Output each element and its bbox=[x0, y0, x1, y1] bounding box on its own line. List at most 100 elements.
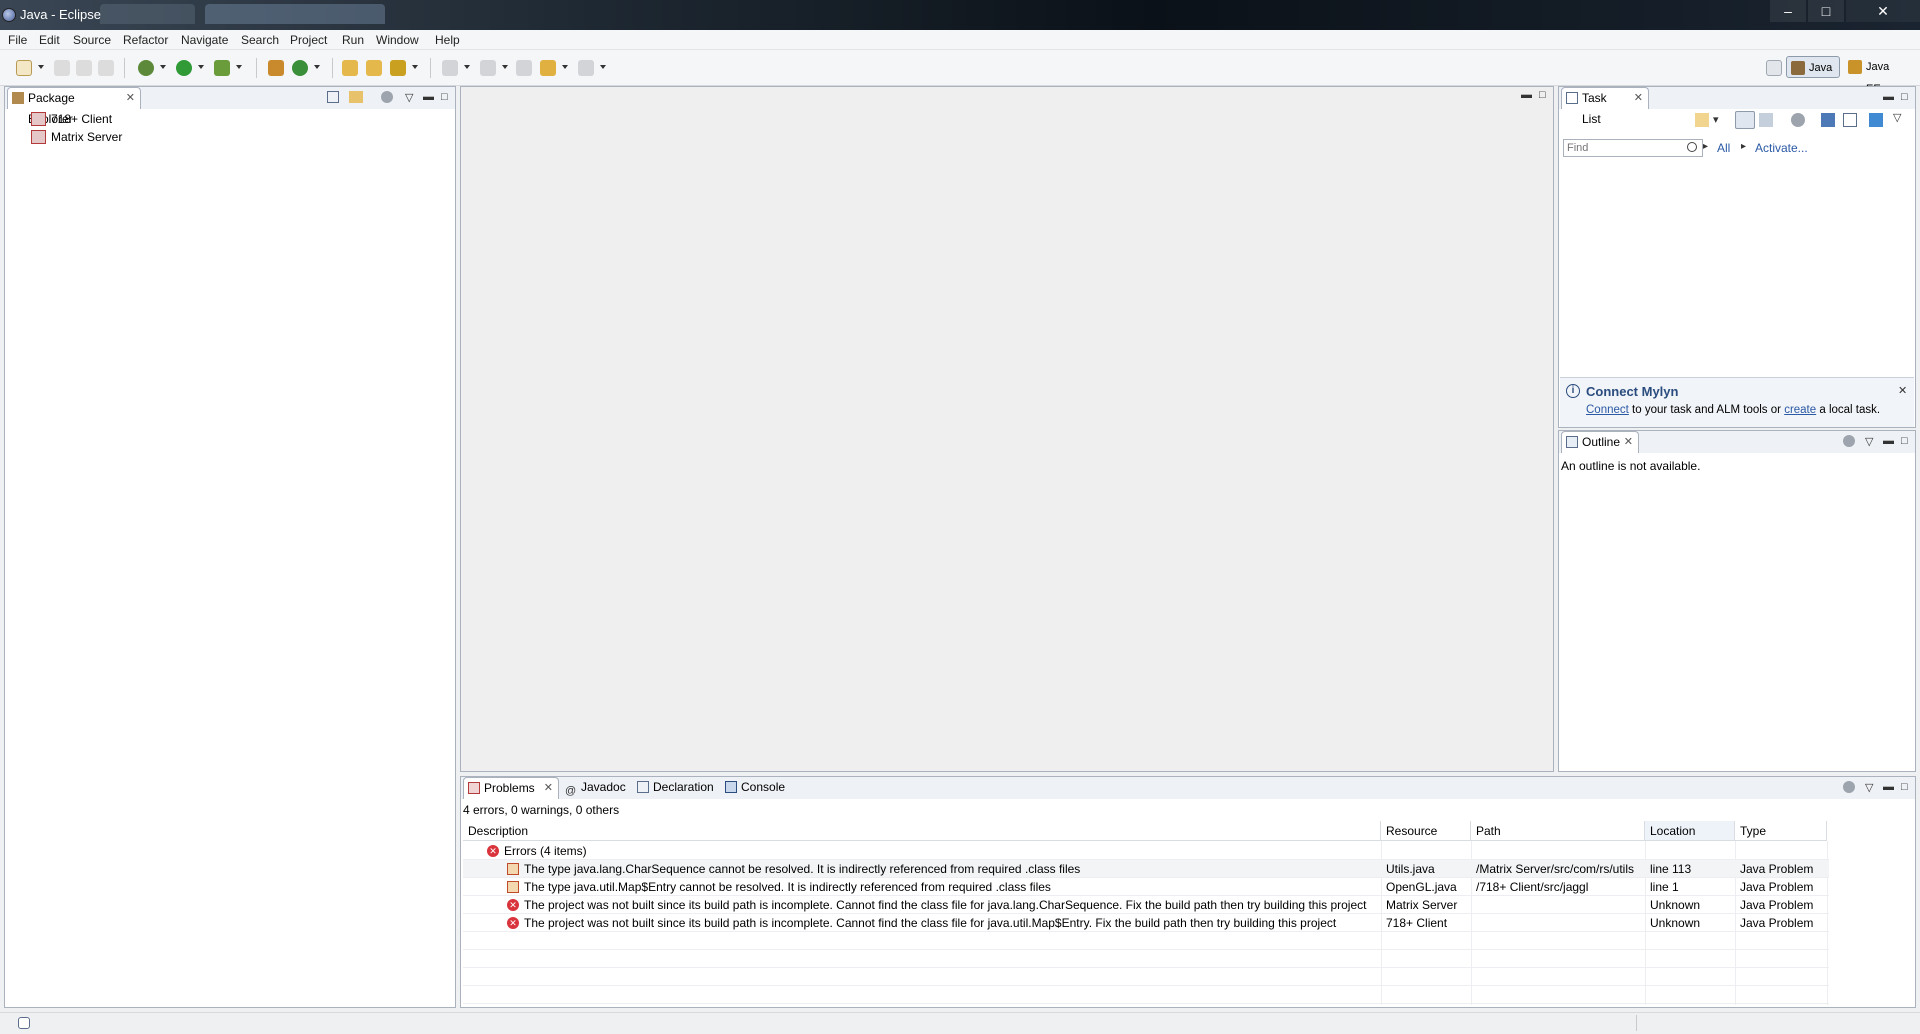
focus-icon[interactable] bbox=[1843, 781, 1855, 793]
minimize-button[interactable]: – bbox=[1770, 0, 1806, 22]
search-icon[interactable] bbox=[1687, 142, 1697, 152]
maximize-view-icon[interactable]: □ bbox=[1539, 89, 1546, 101]
chevron-down-icon[interactable] bbox=[600, 65, 606, 69]
table-row[interactable]: ✕ The project was not built since its bu… bbox=[463, 896, 1829, 914]
maximize-button[interactable]: □ bbox=[1808, 0, 1844, 22]
create-link[interactable]: create bbox=[1784, 404, 1816, 416]
search-icon[interactable] bbox=[390, 60, 406, 76]
chevron-down-icon[interactable] bbox=[502, 65, 508, 69]
collapse-all-icon[interactable] bbox=[327, 91, 339, 103]
close-icon[interactable]: ✕ bbox=[1634, 88, 1643, 109]
close-button[interactable]: ✕ bbox=[1846, 0, 1920, 22]
link-with-editor-icon[interactable] bbox=[349, 91, 363, 103]
categorized-icon[interactable] bbox=[1735, 111, 1755, 129]
close-icon[interactable]: ✕ bbox=[1624, 432, 1633, 453]
column-header-resource[interactable]: Resource bbox=[1381, 821, 1471, 841]
task-find-input[interactable] bbox=[1563, 139, 1703, 157]
back-icon[interactable] bbox=[540, 60, 556, 76]
debug-icon[interactable] bbox=[138, 60, 154, 76]
connect-link[interactable]: Connect bbox=[1586, 404, 1629, 416]
filter-all-link[interactable]: All bbox=[1717, 141, 1730, 155]
collapse-all-icon[interactable] bbox=[1843, 113, 1857, 127]
tab-task-list[interactable]: Task List ✕ bbox=[1561, 87, 1649, 126]
open-type-icon[interactable] bbox=[342, 60, 358, 76]
save-icon[interactable] bbox=[54, 60, 70, 76]
view-menu-icon[interactable]: ▽ bbox=[1865, 781, 1873, 794]
tree-project-matrix-server[interactable]: Matrix Server bbox=[5, 128, 122, 146]
open-perspective-icon[interactable] bbox=[1766, 60, 1782, 76]
minimize-view-icon[interactable]: ▬ bbox=[1883, 91, 1894, 103]
activate-link[interactable]: Activate... bbox=[1755, 141, 1808, 155]
chevron-down-icon[interactable]: ▾ bbox=[1713, 113, 1719, 126]
hide-completed-icon[interactable] bbox=[1821, 113, 1835, 127]
menu-project[interactable]: Project bbox=[290, 33, 327, 47]
last-edit-location-icon[interactable] bbox=[516, 60, 532, 76]
chevron-down-icon[interactable] bbox=[198, 65, 204, 69]
menu-file[interactable]: File bbox=[8, 33, 27, 47]
tab-console[interactable]: Console bbox=[721, 777, 787, 799]
perspective-javaee-button[interactable]: Java EE bbox=[1844, 56, 1904, 95]
tab-javadoc[interactable]: @ Javadoc bbox=[561, 777, 631, 799]
view-menu-icon[interactable]: ▽ bbox=[1893, 111, 1901, 124]
chevron-down-icon[interactable] bbox=[412, 65, 418, 69]
column-header-type[interactable]: Type bbox=[1735, 821, 1827, 841]
synchronize-icon[interactable] bbox=[1869, 113, 1883, 127]
view-menu-focus-icon[interactable] bbox=[381, 91, 393, 103]
menu-navigate[interactable]: Navigate bbox=[181, 33, 228, 47]
view-menu-icon[interactable]: ▽ bbox=[1865, 435, 1873, 448]
close-icon[interactable]: ✕ bbox=[126, 88, 135, 109]
focus-icon[interactable] bbox=[1791, 113, 1805, 127]
previous-annotation-icon[interactable] bbox=[480, 60, 496, 76]
table-row[interactable]: The type java.util.Map$Entry cannot be r… bbox=[463, 878, 1829, 896]
forward-icon[interactable] bbox=[578, 60, 594, 76]
column-header-location[interactable]: Location bbox=[1645, 821, 1735, 841]
maximize-view-icon[interactable]: □ bbox=[441, 91, 448, 103]
chevron-down-icon[interactable] bbox=[160, 65, 166, 69]
new-icon[interactable] bbox=[16, 60, 32, 76]
chevron-down-icon[interactable] bbox=[314, 65, 320, 69]
view-menu-icon[interactable]: ▽ bbox=[405, 91, 413, 104]
minimize-view-icon[interactable]: ▬ bbox=[1883, 435, 1894, 447]
tab-declaration[interactable]: Declaration bbox=[633, 777, 719, 799]
menu-run[interactable]: Run bbox=[342, 33, 364, 47]
tab-problems[interactable]: Problems ✕ bbox=[463, 777, 559, 799]
external-tools-icon[interactable] bbox=[214, 60, 230, 76]
minimize-view-icon[interactable]: ▬ bbox=[1883, 781, 1894, 793]
minimize-view-icon[interactable]: ▬ bbox=[1521, 89, 1532, 101]
maximize-view-icon[interactable]: □ bbox=[1901, 781, 1908, 793]
tab-package-explorer[interactable]: Package Explorer ✕ bbox=[7, 87, 141, 126]
problems-group-errors[interactable]: ✕ Errors (4 items) bbox=[463, 842, 1829, 860]
chevron-down-icon[interactable] bbox=[464, 65, 470, 69]
menu-refactor[interactable]: Refactor bbox=[123, 33, 168, 47]
scheduled-icon[interactable] bbox=[1759, 113, 1773, 127]
focus-icon[interactable] bbox=[1843, 435, 1855, 447]
table-row[interactable]: The type java.lang.CharSequence cannot b… bbox=[463, 860, 1829, 878]
chevron-down-icon[interactable] bbox=[236, 65, 242, 69]
close-icon[interactable]: ✕ bbox=[544, 778, 553, 799]
close-icon[interactable]: ✕ bbox=[1898, 384, 1907, 397]
open-task-icon[interactable] bbox=[366, 60, 382, 76]
menu-window[interactable]: Window bbox=[376, 33, 419, 47]
next-annotation-icon[interactable] bbox=[442, 60, 458, 76]
minimize-view-icon[interactable]: ▬ bbox=[423, 91, 434, 103]
new-task-icon[interactable] bbox=[1695, 113, 1709, 127]
fast-view-icon[interactable] bbox=[18, 1017, 30, 1029]
menu-search[interactable]: Search bbox=[241, 33, 279, 47]
column-header-description[interactable]: Description bbox=[463, 821, 1381, 841]
chevron-down-icon[interactable] bbox=[38, 65, 44, 69]
table-row[interactable]: ✕ The project was not built since its bu… bbox=[463, 914, 1829, 932]
menu-edit[interactable]: Edit bbox=[39, 33, 60, 47]
tree-project-718-client[interactable]: 718+ Client bbox=[5, 110, 112, 128]
perspective-java-button[interactable]: Java bbox=[1786, 56, 1840, 78]
new-java-package-icon[interactable] bbox=[268, 60, 284, 76]
editor-area[interactable]: ▬ □ bbox=[460, 86, 1554, 772]
tab-outline[interactable]: Outline ✕ bbox=[1561, 431, 1639, 453]
maximize-view-icon[interactable]: □ bbox=[1901, 435, 1908, 447]
chevron-down-icon[interactable] bbox=[562, 65, 568, 69]
menu-help[interactable]: Help bbox=[435, 33, 460, 47]
new-java-class-icon[interactable] bbox=[292, 60, 308, 76]
save-all-icon[interactable] bbox=[76, 60, 92, 76]
print-icon[interactable] bbox=[98, 60, 114, 76]
column-header-path[interactable]: Path bbox=[1471, 821, 1645, 841]
run-icon[interactable] bbox=[176, 60, 192, 76]
